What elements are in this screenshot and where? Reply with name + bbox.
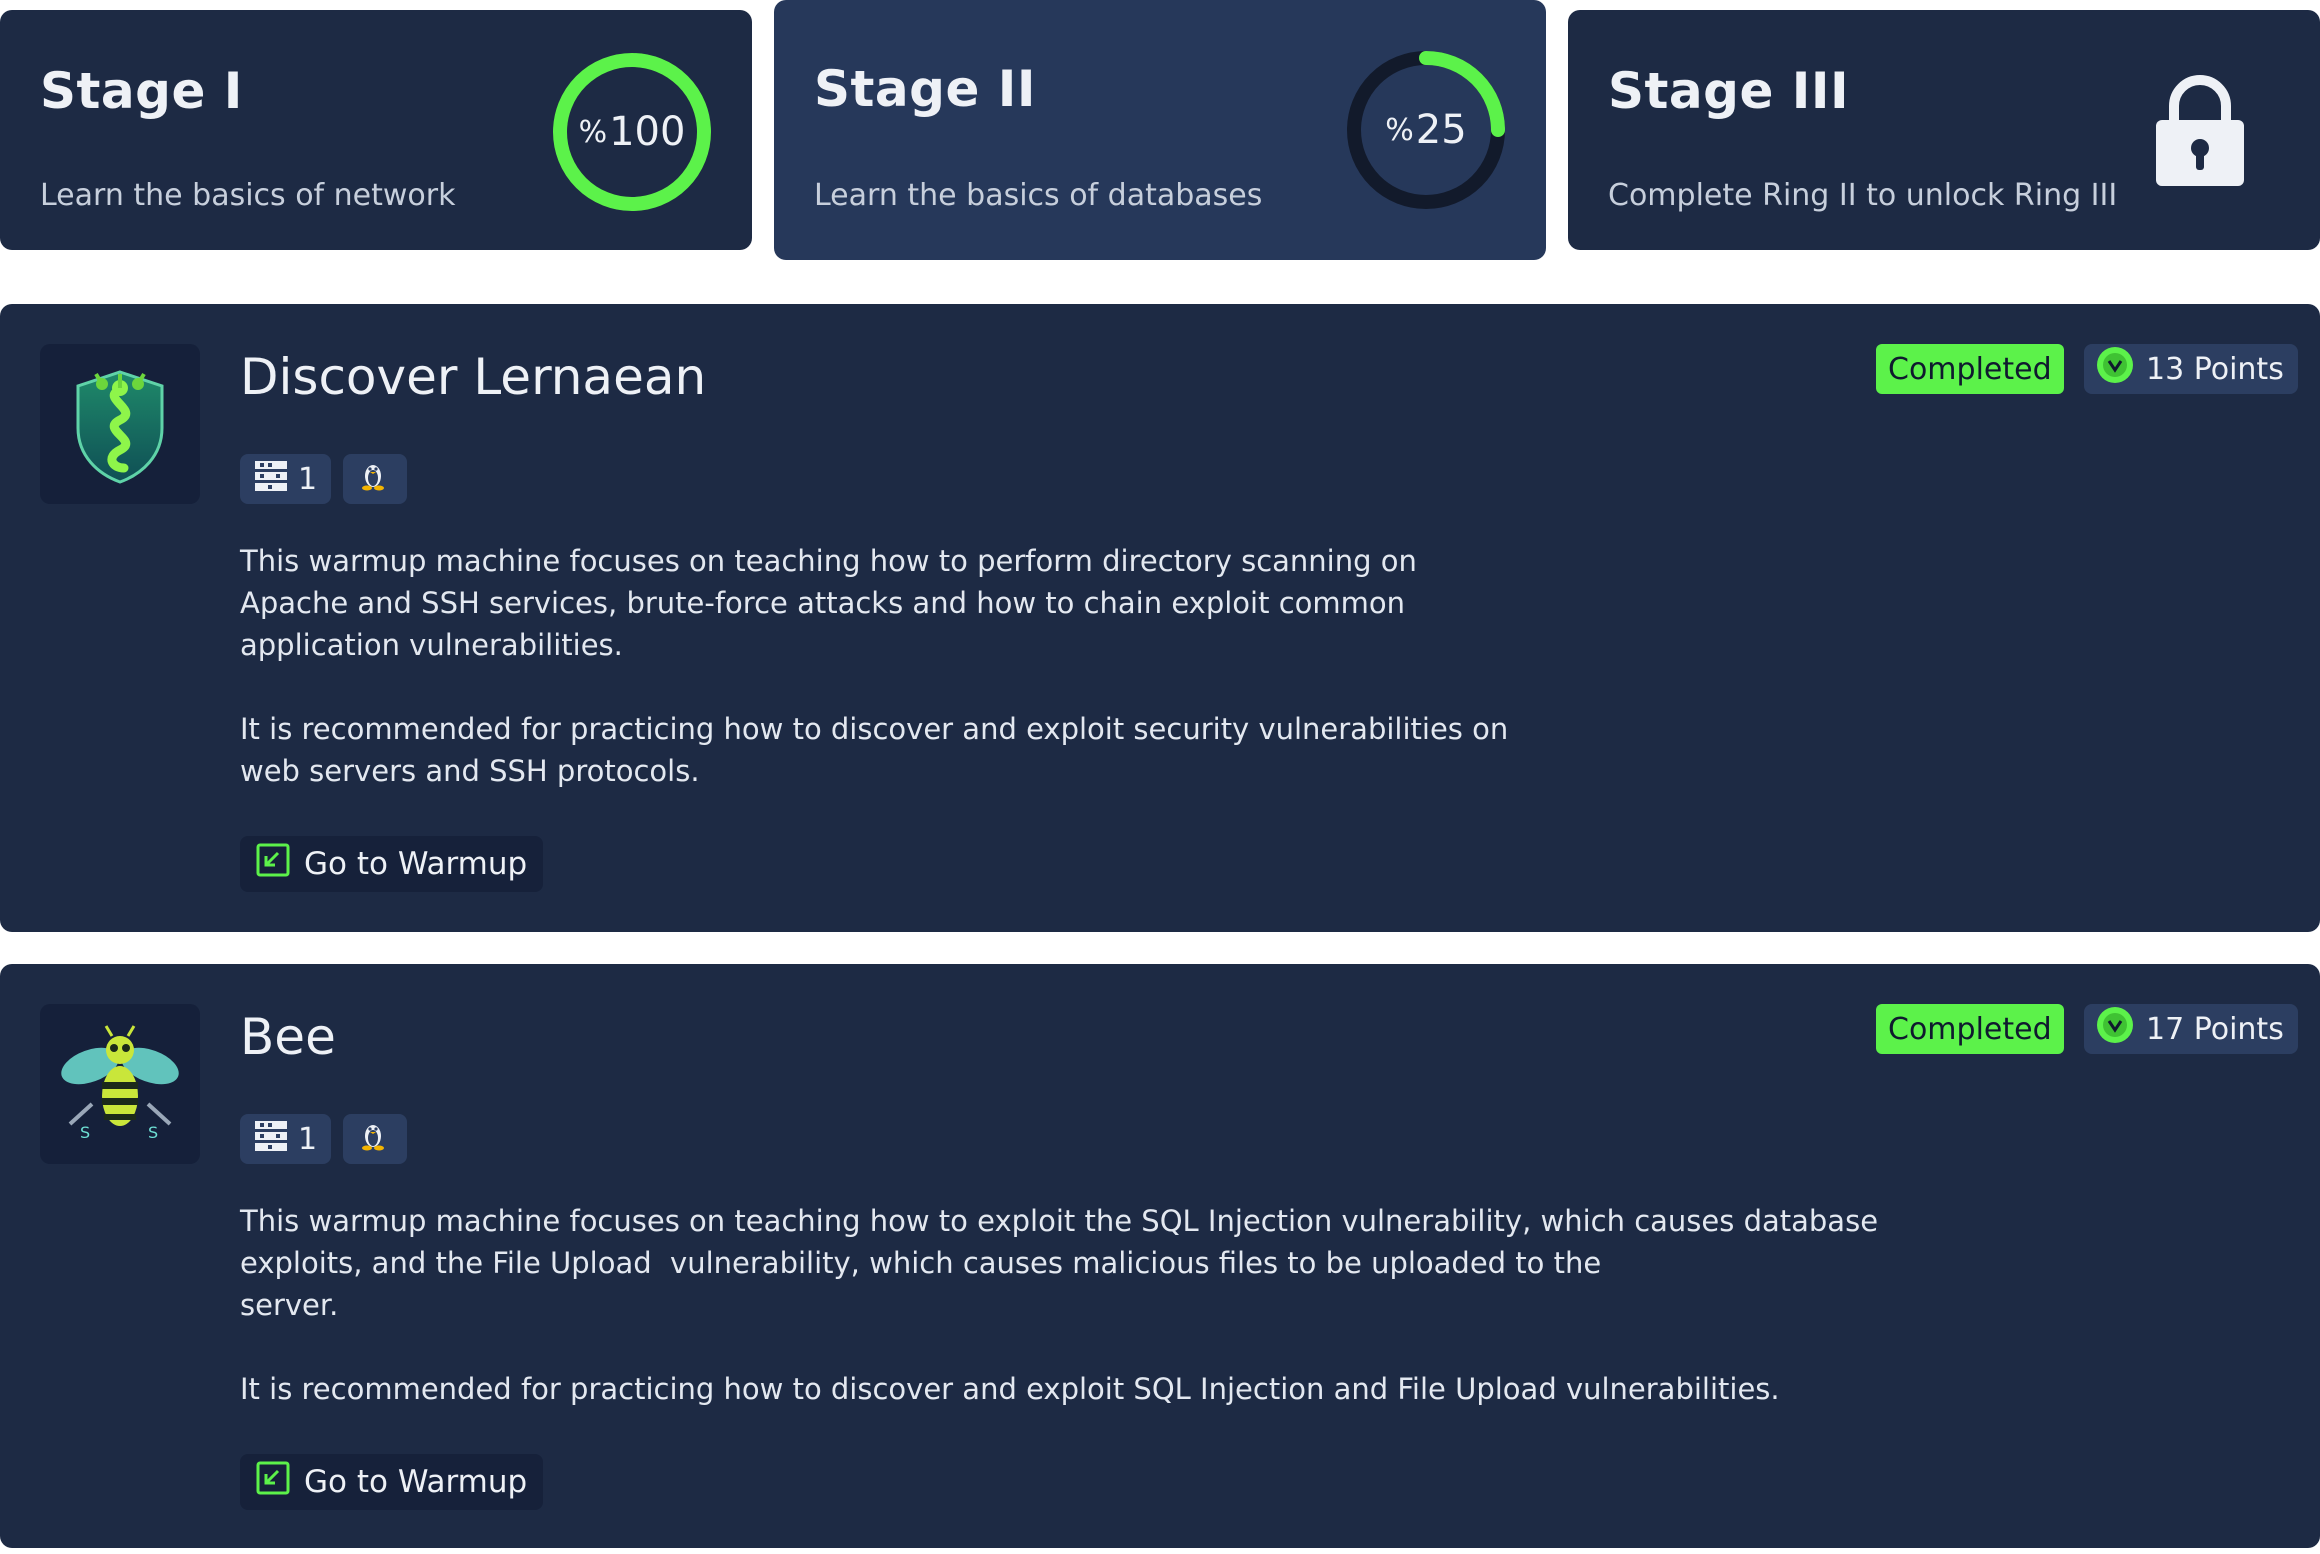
warmup-tags: 1 [240,1114,408,1164]
button-label: Go to Warmup [304,1464,528,1500]
server-rack-icon [254,458,288,500]
os-tag [343,1114,408,1164]
stage-subtitle: Learn the basics of databases [814,178,1263,213]
progress-ring: % 100 [550,50,714,214]
lock-icon [2154,72,2246,188]
points-value: 13 Points [2146,351,2284,387]
check-coin-icon [2096,346,2134,392]
os-tag [343,454,408,504]
warmup-card: S S Bee 1 This warmup machine focuses on… [0,964,2320,1548]
button-label: Go to Warmup [304,846,528,882]
warmup-card: Discover Lernaean 1 This warmup machine … [0,304,2320,932]
stage-subtitle: Learn the basics of network [40,178,456,213]
stage-card-2[interactable]: Stage II Learn the basics of databases %… [774,0,1546,260]
warmup-description: This warmup machine focuses on teaching … [240,1200,1878,1410]
svg-text:S: S [148,1123,158,1142]
warmup-tags: 1 [240,454,408,504]
go-to-warmup-button[interactable]: Go to Warmup [240,1454,544,1510]
external-link-icon [256,843,290,885]
description-paragraph: It is recommended for practicing how to … [240,1372,1780,1406]
stage-subtitle: Complete Ring II to unlock Ring III [1608,178,2118,213]
stage-title: Stage II [814,60,1036,118]
progress-percent: % 100 [578,109,686,155]
linux-penguin-icon [357,1119,389,1159]
points-badge: 17 Points [2084,1004,2298,1054]
warmup-title: Bee [240,1008,336,1066]
progress-percent: % 25 [1385,107,1467,153]
stage-card-3: Stage III Complete Ring II to unlock Rin… [1568,10,2320,250]
status-badge: Completed [1876,1004,2064,1054]
machine-count-tag: 1 [240,454,332,504]
warmups-page: Stage I Learn the basics of network % 100… [0,0,2320,1554]
check-coin-icon [2096,1006,2134,1052]
svg-text:S: S [80,1123,90,1142]
server-rack-icon [254,1118,288,1160]
stage-title: Stage I [40,62,243,120]
machine-count: 1 [298,1121,318,1157]
points-badge: 13 Points [2084,344,2298,394]
description-paragraph: This warmup machine focuses on teaching … [240,1204,1879,1322]
machine-count: 1 [298,461,318,497]
stage-title: Stage III [1608,62,1850,120]
progress-ring: % 25 [1344,48,1508,212]
stage-card-1[interactable]: Stage I Learn the basics of network % 100 [0,10,752,250]
machine-count-tag: 1 [240,1114,332,1164]
description-paragraph: It is recommended for practicing how to … [240,712,1509,788]
status-badge: Completed [1876,344,2064,394]
description-paragraph: This warmup machine focuses on teaching … [240,544,1417,662]
linux-penguin-icon [357,459,389,499]
warmup-title: Discover Lernaean [240,348,707,406]
external-link-icon [256,1461,290,1503]
points-value: 17 Points [2146,1011,2284,1047]
hydra-logo-icon [40,344,200,504]
warmup-description: This warmup machine focuses on teaching … [240,540,1508,792]
go-to-warmup-button[interactable]: Go to Warmup [240,836,544,892]
bee-logo-icon: S S [40,1004,200,1164]
